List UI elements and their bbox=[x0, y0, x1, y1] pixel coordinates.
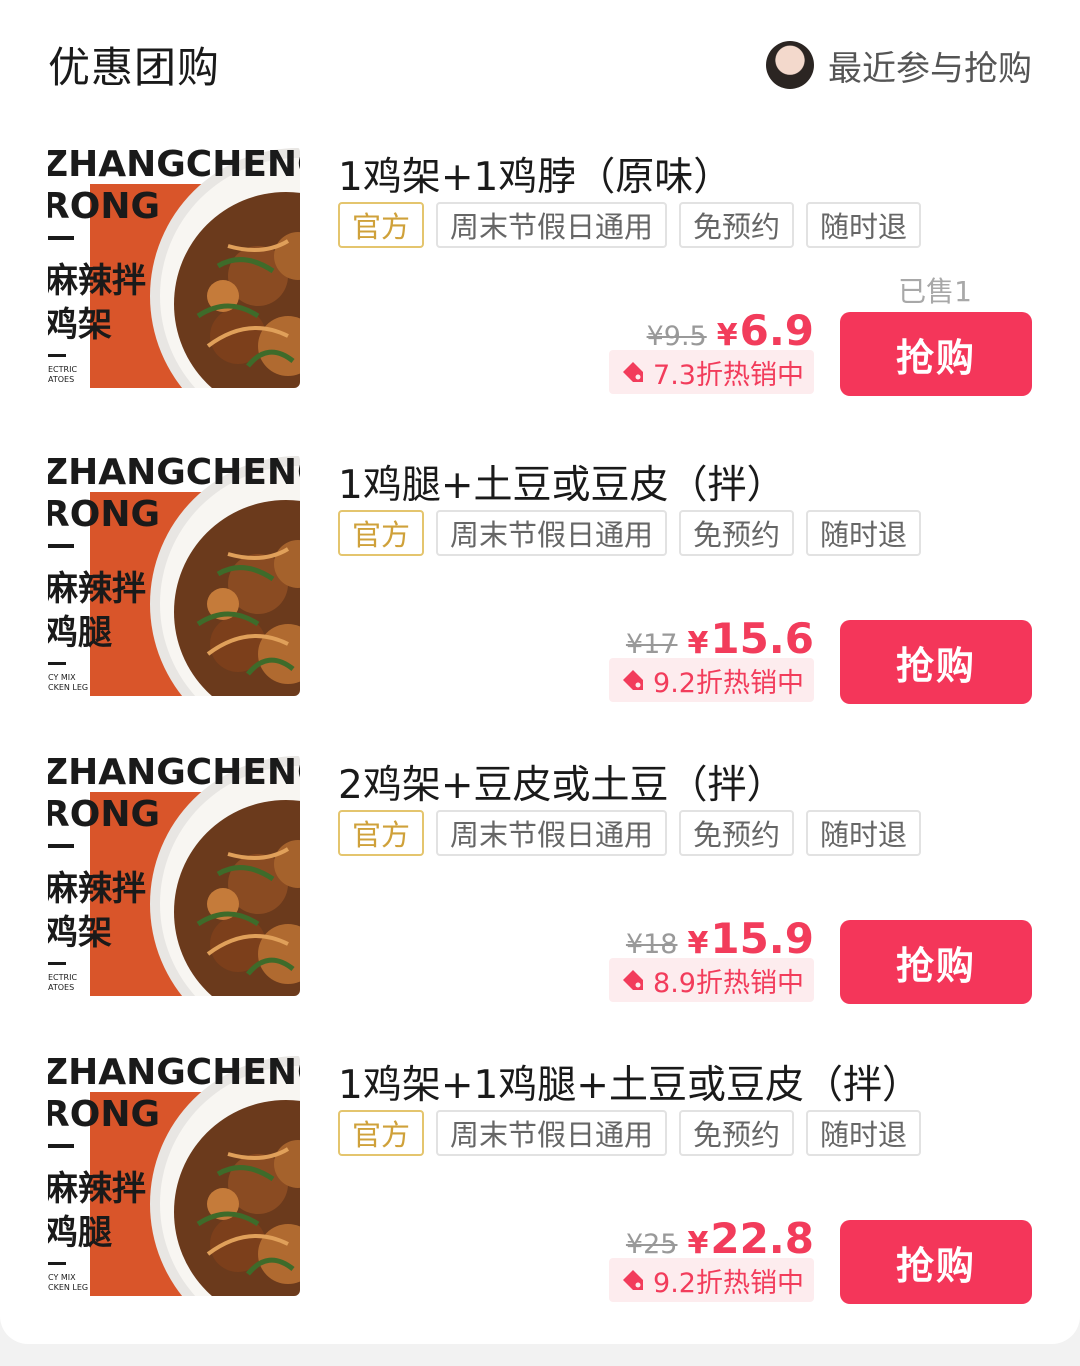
svg-text:CKEN LEG: CKEN LEG bbox=[48, 683, 88, 692]
svg-text:ZHANGCHENG: ZHANGCHENG bbox=[48, 754, 300, 793]
feature-tag: 随时退 bbox=[806, 202, 922, 248]
svg-text:麻辣拌: 麻辣拌 bbox=[48, 569, 146, 609]
original-price: ¥17 bbox=[625, 629, 678, 660]
product-image[interactable]: ZHANGCHENG RONG 麻辣拌 鸡架 ECTRIC ATOES bbox=[48, 754, 300, 996]
feature-tag: 周末节假日通用 bbox=[436, 810, 668, 856]
buy-button[interactable]: 抢购 bbox=[840, 312, 1032, 396]
current-price: ¥15.6 bbox=[687, 614, 814, 663]
price-tag-icon bbox=[623, 970, 644, 990]
svg-text:RONG: RONG bbox=[48, 794, 160, 835]
buy-button[interactable]: 抢购 bbox=[840, 1220, 1032, 1304]
feature-tag: 周末节假日通用 bbox=[436, 510, 668, 556]
svg-text:ECTRIC: ECTRIC bbox=[48, 365, 77, 374]
svg-text:RONG: RONG bbox=[48, 186, 160, 227]
original-price: ¥9.5 bbox=[646, 321, 707, 352]
product-name[interactable]: 1鸡腿+土豆或豆皮（拌） bbox=[338, 454, 786, 510]
current-price: ¥22.8 bbox=[687, 1214, 814, 1263]
svg-text:ZHANGCHENG: ZHANGCHENG bbox=[48, 454, 300, 493]
recent-participants-label: 最近参与抢购 bbox=[828, 48, 1032, 89]
recent-participants[interactable]: 最近参与抢购 bbox=[766, 38, 1032, 92]
hot-sale-badge: 9.2折热销中 bbox=[609, 1258, 814, 1302]
deal-item[interactable]: ZHANGCHENG RONG 麻辣拌 鸡腿 CY MIX CKEN LEG 1… bbox=[48, 454, 1032, 704]
tag-list: 官方 周末节假日通用 免预约 随时退 bbox=[338, 510, 922, 556]
feature-tag: 免预约 bbox=[679, 510, 795, 556]
svg-text:ECTRIC: ECTRIC bbox=[48, 973, 77, 982]
svg-text:ATOES: ATOES bbox=[48, 983, 74, 992]
price-group: ¥25 ¥22.8 bbox=[626, 1214, 814, 1263]
svg-text:麻辣拌: 麻辣拌 bbox=[48, 261, 146, 301]
official-tag: 官方 bbox=[338, 1110, 425, 1156]
svg-text:鸡腿: 鸡腿 bbox=[48, 613, 112, 653]
feature-tag: 随时退 bbox=[806, 810, 922, 856]
buy-button[interactable]: 抢购 bbox=[840, 920, 1032, 1004]
original-price: ¥25 bbox=[625, 1229, 678, 1260]
product-image[interactable]: ZHANGCHENG RONG 麻辣拌 鸡腿 CY MIX CKEN LEG bbox=[48, 454, 300, 696]
feature-tag: 周末节假日通用 bbox=[436, 1110, 668, 1156]
svg-text:麻辣拌: 麻辣拌 bbox=[48, 869, 146, 909]
feature-tag: 免预约 bbox=[679, 202, 795, 248]
official-tag: 官方 bbox=[338, 810, 425, 856]
header: 优惠团购 最近参与抢购 bbox=[48, 34, 1032, 104]
buy-button[interactable]: 抢购 bbox=[840, 620, 1032, 704]
product-name[interactable]: 1鸡架+1鸡腿+土豆或豆皮（拌） bbox=[338, 1054, 921, 1110]
svg-text:鸡架: 鸡架 bbox=[48, 305, 112, 345]
group-buy-card: 优惠团购 最近参与抢购 ZHANGCHENG RONG 麻辣拌 鸡架 bbox=[0, 0, 1080, 1344]
tag-list: 官方 周末节假日通用 免预约 随时退 bbox=[338, 202, 922, 248]
svg-text:RONG: RONG bbox=[48, 1094, 160, 1135]
svg-text:CY MIX: CY MIX bbox=[48, 1273, 76, 1282]
official-tag: 官方 bbox=[338, 202, 425, 248]
svg-text:CY MIX: CY MIX bbox=[48, 673, 76, 682]
section-title: 优惠团购 bbox=[48, 43, 221, 92]
deal-item[interactable]: ZHANGCHENG RONG 麻辣拌 鸡腿 CY MIX CKEN LEG 1… bbox=[48, 1054, 1032, 1304]
svg-text:ZHANGCHENG: ZHANGCHENG bbox=[48, 1054, 300, 1093]
product-image[interactable]: ZHANGCHENG RONG 麻辣拌 鸡腿 CY MIX CKEN LEG bbox=[48, 1054, 300, 1296]
price-group: ¥18 ¥15.9 bbox=[626, 914, 814, 963]
svg-text:ATOES: ATOES bbox=[48, 375, 74, 384]
tag-list: 官方 周末节假日通用 免预约 随时退 bbox=[338, 810, 922, 856]
feature-tag: 随时退 bbox=[806, 510, 922, 556]
deal-item[interactable]: ZHANGCHENG RONG 麻辣拌 鸡架 ECTRIC ATOES 2鸡架+… bbox=[48, 754, 1032, 1004]
hot-sale-label: 9.2折热销中 bbox=[653, 1267, 804, 1299]
hot-sale-label: 8.9折热销中 bbox=[653, 967, 804, 999]
svg-text:麻辣拌: 麻辣拌 bbox=[48, 1169, 146, 1209]
price-group: ¥17 ¥15.6 bbox=[626, 614, 814, 663]
official-tag: 官方 bbox=[338, 510, 425, 556]
tag-list: 官方 周末节假日通用 免预约 随时退 bbox=[338, 1110, 922, 1156]
original-price: ¥18 bbox=[625, 929, 678, 960]
sold-count: 已售1 bbox=[898, 275, 972, 308]
product-name[interactable]: 1鸡架+1鸡脖（原味） bbox=[338, 146, 732, 202]
svg-text:ZHANGCHENG: ZHANGCHENG bbox=[48, 146, 300, 185]
svg-text:CKEN LEG: CKEN LEG bbox=[48, 1283, 88, 1292]
price-tag-icon bbox=[623, 670, 644, 690]
hot-sale-badge: 9.2折热销中 bbox=[609, 658, 814, 702]
deal-item[interactable]: ZHANGCHENG RONG 麻辣拌 鸡架 ECTRIC ATOES 1鸡架+… bbox=[48, 146, 1032, 396]
svg-text:RONG: RONG bbox=[48, 494, 160, 535]
price-group: ¥9.5 ¥6.9 bbox=[647, 306, 814, 355]
feature-tag: 周末节假日通用 bbox=[436, 202, 668, 248]
price-tag-icon bbox=[623, 1270, 644, 1290]
svg-text:鸡架: 鸡架 bbox=[48, 913, 112, 953]
price-tag-icon bbox=[623, 362, 644, 382]
feature-tag: 免预约 bbox=[679, 810, 795, 856]
feature-tag: 随时退 bbox=[806, 1110, 922, 1156]
product-name[interactable]: 2鸡架+豆皮或土豆（拌） bbox=[338, 754, 786, 810]
hot-sale-badge: 7.3折热销中 bbox=[609, 350, 814, 394]
hot-sale-label: 9.2折热销中 bbox=[653, 667, 804, 699]
current-price: ¥6.9 bbox=[716, 306, 814, 355]
svg-text:鸡腿: 鸡腿 bbox=[48, 1213, 112, 1253]
hot-sale-label: 7.3折热销中 bbox=[653, 359, 804, 391]
current-price: ¥15.9 bbox=[687, 914, 814, 963]
hot-sale-badge: 8.9折热销中 bbox=[609, 958, 814, 1002]
avatar bbox=[766, 41, 814, 89]
product-image[interactable]: ZHANGCHENG RONG 麻辣拌 鸡架 ECTRIC ATOES bbox=[48, 146, 300, 388]
feature-tag: 免预约 bbox=[679, 1110, 795, 1156]
